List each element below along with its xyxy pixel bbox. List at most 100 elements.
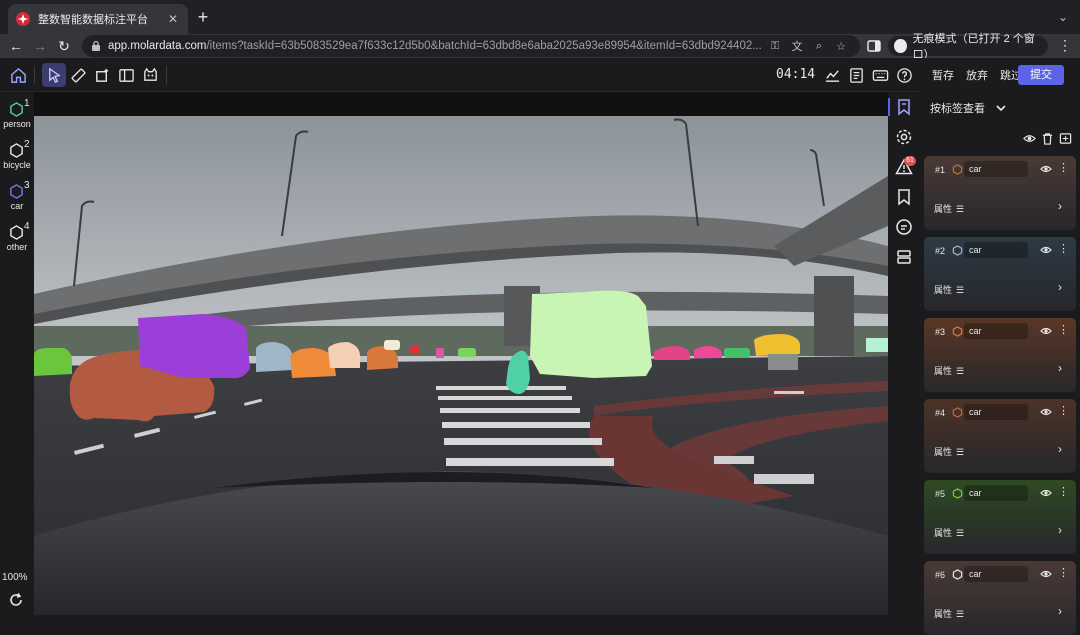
layers-icon[interactable] [895, 248, 913, 266]
class-select[interactable]: car [964, 242, 1028, 258]
attribute-toggle[interactable]: 属性 ☰ [934, 526, 964, 539]
chart-icon[interactable] [820, 63, 844, 87]
tab-search-chevron-icon[interactable]: ⌄ [1058, 10, 1068, 24]
eye-icon[interactable] [1040, 488, 1052, 498]
mask-car-yellow[interactable] [754, 334, 800, 356]
label-other[interactable]: 4 other [0, 221, 34, 261]
label-bicycle[interactable]: 2 bicycle [0, 139, 34, 179]
list-icon: ☰ [956, 528, 965, 538]
mask-car-left-green[interactable] [34, 348, 72, 376]
annotation-card[interactable]: #6 car ⋮ 属性 ☰ › [924, 561, 1076, 635]
delete-all-trash-icon[interactable] [1038, 132, 1056, 146]
annotation-card[interactable]: #4 car ⋮ 属性 ☰ › [924, 399, 1076, 473]
bookmark-star-icon[interactable]: ☆ [830, 40, 852, 53]
zoom-icon[interactable]: ⌕ [808, 40, 830, 53]
box-tool-icon[interactable] [90, 63, 114, 87]
eye-icon[interactable] [1040, 569, 1052, 579]
attribute-toggle[interactable]: 属性 ☰ [934, 283, 964, 296]
new-tab-button[interactable]: + [194, 8, 212, 26]
street-scene-image[interactable] [34, 116, 888, 615]
annotation-card[interactable]: #3 car ⋮ 属性 ☰ › [924, 318, 1076, 392]
view-mode-select[interactable]: 按标签查看 [930, 100, 1007, 116]
side-panel-icon[interactable] [866, 38, 882, 54]
class-select[interactable]: car [964, 161, 1028, 177]
address-bar[interactable]: app.molardata.com/items?taskId=63b508352… [82, 35, 860, 57]
mask-car-red[interactable] [410, 346, 420, 354]
key-icon[interactable]: ⚿ [764, 40, 786, 53]
more-options-icon[interactable]: ⋮ [1058, 404, 1069, 417]
more-options-icon[interactable]: ⋮ [1058, 485, 1069, 498]
chevron-right-icon[interactable]: › [1058, 442, 1062, 456]
bookmark-icon[interactable] [895, 188, 913, 206]
settings-gear-icon[interactable] [895, 128, 913, 146]
class-select[interactable]: car [964, 404, 1028, 420]
more-options-icon[interactable]: ⋮ [1058, 323, 1069, 336]
home-icon[interactable] [6, 63, 30, 87]
ruler-icon[interactable] [66, 63, 90, 87]
label-car[interactable]: 3 car [0, 180, 34, 220]
more-options-icon[interactable]: ⋮ [1058, 161, 1069, 174]
mask-car-green[interactable] [724, 348, 750, 358]
chevron-right-icon[interactable]: › [1058, 361, 1062, 375]
eye-icon[interactable] [1040, 164, 1052, 174]
back-arrow-icon[interactable]: ← [4, 35, 28, 57]
reset-view-icon[interactable] [8, 592, 24, 608]
annotation-card[interactable]: #5 car ⋮ 属性 ☰ › [924, 480, 1076, 554]
annotation-card[interactable]: #1 car ⋮ 属性 ☰ › [924, 156, 1076, 230]
chevron-right-icon[interactable]: › [1058, 523, 1062, 537]
lock-icon [92, 40, 100, 51]
incognito-indicator[interactable]: 无痕模式（已打开 2 个窗口） [888, 33, 1048, 61]
browser-tab[interactable]: 整数智能数据标注平台 ✕ [8, 4, 188, 34]
bookmark-list-icon[interactable] [895, 98, 913, 116]
attribute-toggle[interactable]: 属性 ☰ [934, 202, 964, 215]
auto-label-icon[interactable] [138, 63, 162, 87]
attribute-label: 属性 [934, 285, 953, 295]
eye-icon[interactable] [1040, 245, 1052, 255]
export-icon[interactable] [1056, 132, 1074, 146]
bridge-pillar [814, 276, 854, 356]
attribute-toggle[interactable]: 属性 ☰ [934, 364, 964, 377]
class-select[interactable]: car [964, 566, 1028, 582]
help-icon[interactable] [892, 63, 916, 87]
discard-button[interactable]: 放弃 [966, 67, 988, 83]
attribute-toggle[interactable]: 属性 ☰ [934, 607, 964, 620]
keyboard-icon[interactable] [868, 63, 892, 87]
mask-person-pink[interactable] [436, 348, 444, 358]
mask-truck-purple[interactable] [138, 314, 250, 379]
mask-car-peach[interactable] [328, 342, 360, 368]
more-options-icon[interactable]: ⋮ [1058, 242, 1069, 255]
save-draft-button[interactable]: 暂存 [932, 67, 954, 83]
chevron-right-icon[interactable]: › [1058, 604, 1062, 618]
document-icon[interactable] [844, 63, 868, 87]
split-view-icon[interactable] [114, 63, 138, 87]
select-pointer-icon[interactable] [42, 63, 66, 87]
submit-button[interactable]: 提交 [1018, 65, 1064, 85]
more-options-icon[interactable]: ⋮ [1058, 566, 1069, 579]
mask-truck-lightgreen[interactable] [530, 290, 652, 378]
chevron-right-icon[interactable]: › [1058, 280, 1062, 294]
class-select[interactable]: car [964, 485, 1028, 501]
eye-icon[interactable] [1040, 326, 1052, 336]
browser-menu-icon[interactable]: ⋮ [1058, 37, 1072, 54]
annotation-canvas[interactable] [34, 92, 888, 615]
mask-car-lightblue[interactable] [256, 342, 292, 372]
class-select[interactable]: car [964, 323, 1028, 339]
attribute-label: 属性 [934, 204, 953, 214]
visibility-all-eye-icon[interactable] [1020, 132, 1038, 146]
chevron-right-icon[interactable]: › [1058, 199, 1062, 213]
mask-car-cream[interactable] [384, 340, 400, 350]
translate-icon[interactable]: 文 [786, 38, 808, 54]
molardata-logo-icon [16, 12, 30, 26]
annotation-card[interactable]: #2 car ⋮ 属性 ☰ › [924, 237, 1076, 311]
eye-icon[interactable] [1040, 407, 1052, 417]
reload-icon[interactable]: ↻ [52, 35, 76, 57]
tab-close-icon[interactable]: ✕ [166, 12, 180, 26]
mask-car-mint[interactable] [866, 338, 888, 352]
forward-arrow-icon[interactable]: → [28, 35, 52, 57]
zoom-level[interactable]: 100% [2, 572, 28, 583]
comment-icon[interactable] [895, 218, 913, 236]
label-person[interactable]: 1 person [0, 98, 34, 138]
mask-barrier[interactable] [768, 354, 798, 370]
mask-car-green-small[interactable] [458, 348, 476, 357]
attribute-toggle[interactable]: 属性 ☰ [934, 445, 964, 458]
